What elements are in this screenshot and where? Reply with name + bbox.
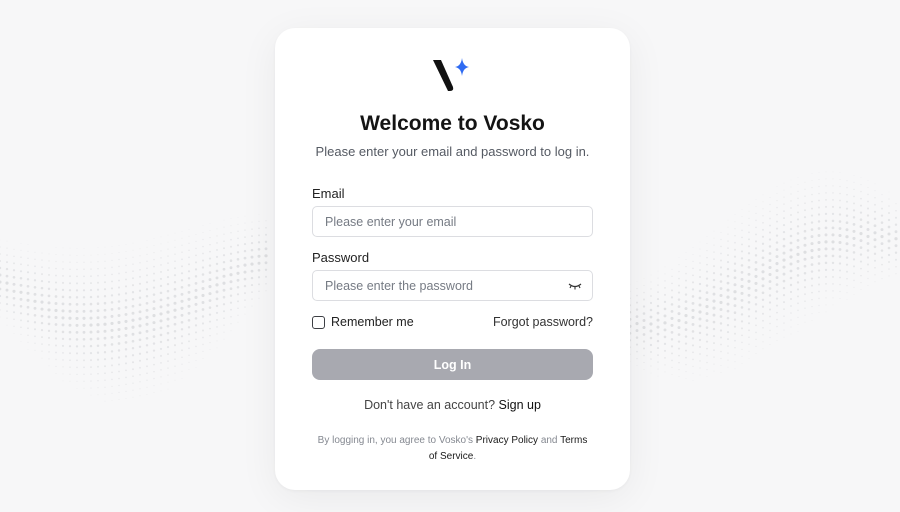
legal-notice: By logging in, you agree to Vosko's Priv… <box>315 433 590 465</box>
email-input[interactable] <box>325 207 565 236</box>
login-button[interactable]: Log In <box>312 349 593 380</box>
signup-link[interactable]: Sign up <box>499 398 541 412</box>
login-card: Welcome to Vosko Please enter your email… <box>275 28 630 490</box>
page-title: Welcome to Vosko <box>360 112 545 135</box>
page-subtitle: Please enter your email and password to … <box>315 144 590 159</box>
remember-me-label[interactable]: Remember me <box>331 315 414 329</box>
remember-me-row[interactable]: Remember me <box>312 315 414 329</box>
email-field-wrapper <box>312 206 593 237</box>
eye-closed-icon[interactable] <box>568 280 582 292</box>
email-label: Email <box>312 186 345 201</box>
vosko-logo-icon <box>433 58 469 91</box>
legal-suffix: . <box>473 451 477 462</box>
password-field-wrapper <box>312 270 593 301</box>
signup-prompt: Don't have an account? <box>364 398 496 412</box>
legal-conjunction: and <box>540 435 558 446</box>
legal-prefix: By logging in, you agree to Vosko's <box>317 435 473 446</box>
password-label: Password <box>312 250 370 265</box>
privacy-policy-link[interactable]: Privacy Policy <box>476 435 538 446</box>
signup-row: Don't have an account? Sign up <box>275 398 630 412</box>
forgot-password-link[interactable]: Forgot password? <box>493 315 593 329</box>
password-input[interactable] <box>325 271 565 300</box>
remember-me-checkbox[interactable] <box>312 315 325 329</box>
